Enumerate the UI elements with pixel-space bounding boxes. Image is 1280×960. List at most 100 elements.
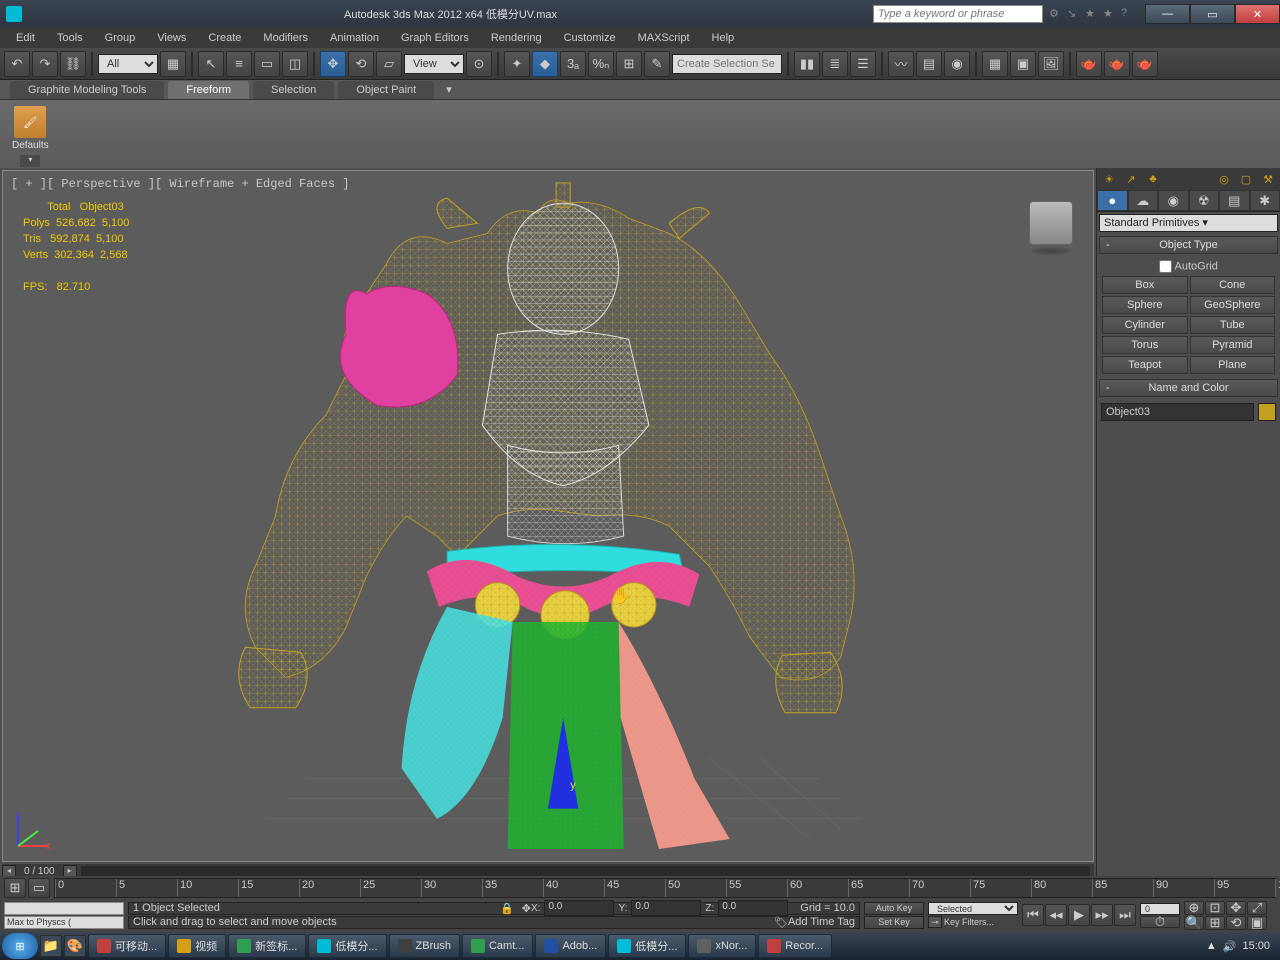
qa-icon[interactable]: ↘ (1067, 7, 1081, 21)
menu-modifiers[interactable]: Modifiers (253, 30, 318, 46)
primitive-torus[interactable]: Torus (1102, 336, 1188, 354)
key-filters-button[interactable]: Key Filters... (944, 917, 994, 927)
redo-button[interactable]: ↷ (32, 51, 58, 77)
system-tray[interactable]: ▲ 🔊 15:00 (1198, 940, 1278, 953)
material-editor-button[interactable]: ◉ (944, 51, 970, 77)
gear-icon[interactable]: ◎ (1216, 171, 1232, 187)
clock[interactable]: 15:00 (1242, 940, 1270, 952)
ribbon-tab-objectpaint[interactable]: Object Paint (338, 81, 434, 99)
spinner-snap-button[interactable]: ⊞ (616, 51, 642, 77)
menu-rendering[interactable]: Rendering (481, 30, 552, 46)
script-input[interactable]: Max to Physcs ( (4, 916, 124, 929)
primitive-sphere[interactable]: Sphere (1102, 296, 1188, 314)
primitive-tube[interactable]: Tube (1190, 316, 1276, 334)
taskbar-item[interactable]: Adob... (535, 934, 606, 958)
taskbar-item[interactable]: 可移动... (88, 934, 166, 958)
teapot2-icon[interactable]: 🫖 (1104, 51, 1130, 77)
menu-animation[interactable]: Animation (320, 30, 389, 46)
render-button[interactable]: 🖼 (1038, 51, 1064, 77)
nav-icon[interactable]: ✥ (1226, 901, 1246, 915)
percent-snap-button[interactable]: %ₙ (588, 51, 614, 77)
menu-create[interactable]: Create (198, 30, 251, 46)
taskbar-item[interactable]: Camt... (462, 934, 533, 958)
teapot1-icon[interactable]: 🫖 (1076, 51, 1102, 77)
layers-button[interactable]: ☰ (850, 51, 876, 77)
monitor-icon[interactable]: ▢ (1238, 171, 1254, 187)
tree-icon[interactable]: ♣ (1145, 171, 1161, 187)
nav-icon[interactable]: ▣ (1247, 916, 1267, 930)
pinned-icon[interactable]: 🎨 (64, 935, 86, 957)
timeline-ruler[interactable]: 0510152025303540455055606570758085909510… (54, 878, 1276, 898)
time-config-button[interactable]: ⏱ (1140, 916, 1180, 928)
primitive-box[interactable]: Box (1102, 276, 1188, 294)
nav-icon[interactable]: ⊕ (1184, 901, 1204, 915)
nav-icon[interactable]: ⊡ (1205, 901, 1225, 915)
taskbar-item[interactable]: 低模分... (308, 934, 386, 958)
curve-editor-button[interactable]: 〰 (888, 51, 914, 77)
taskbar-item[interactable]: Recor... (758, 934, 832, 958)
qa-icon[interactable]: ? (1121, 7, 1135, 21)
rollout-name-color[interactable]: -Name and Color (1099, 379, 1278, 397)
menu-group[interactable]: Group (95, 30, 146, 46)
goto-end-button[interactable]: ⏭ (1114, 904, 1136, 926)
angle-snap-button[interactable]: 3ₐ (560, 51, 586, 77)
primitive-plane[interactable]: Plane (1190, 356, 1276, 374)
viewport-perspective[interactable]: [ + ][ Perspective ][ Wireframe + Edged … (2, 170, 1094, 862)
move-button[interactable]: ✥ (320, 51, 346, 77)
next-frame-button[interactable]: ▸▸ (1091, 904, 1113, 926)
autokey-button[interactable]: Auto Key (864, 902, 924, 915)
help-search-input[interactable] (873, 5, 1043, 23)
primitive-cylinder[interactable]: Cylinder (1102, 316, 1188, 334)
ribbon-panel-defaults[interactable]: 🖌 Defaults ▾ (4, 104, 57, 169)
ribbon-expand-icon[interactable]: ▾ (438, 83, 460, 96)
y-coord[interactable]: 0.0 (631, 900, 701, 916)
crossing-icon[interactable]: ▦ (160, 51, 186, 77)
ribbon-tab-selection[interactable]: Selection (253, 81, 334, 99)
utilities-tab[interactable]: ✱ (1250, 190, 1280, 211)
tray-icon[interactable]: 🔊 (1223, 940, 1237, 953)
menu-maxscript[interactable]: MAXScript (628, 30, 700, 46)
maximize-button[interactable]: ▭ (1190, 4, 1235, 24)
taskbar-item[interactable]: 视频 (168, 934, 226, 958)
taskbar-item[interactable]: ZBrush (389, 934, 460, 958)
play-button[interactable]: ▶ (1068, 904, 1090, 926)
add-time-tag[interactable]: Add Time Tag (788, 916, 855, 928)
select-name-button[interactable]: ≡ (226, 51, 252, 77)
rect-select-button[interactable]: ▭ (254, 51, 280, 77)
ribbon-tab-graphite[interactable]: Graphite Modeling Tools (10, 81, 164, 99)
rendered-frame-button[interactable]: ▣ (1010, 51, 1036, 77)
window-crossing-button[interactable]: ◫ (282, 51, 308, 77)
modify-tab[interactable]: ☁ (1128, 190, 1159, 211)
mirror-button[interactable]: ▮▮ (794, 51, 820, 77)
menu-help[interactable]: Help (702, 30, 745, 46)
edit-named-sel-button[interactable]: ✎ (644, 51, 670, 77)
start-button[interactable]: ⊞ (2, 933, 38, 959)
autogrid-checkbox[interactable]: AutoGrid (1101, 258, 1276, 275)
color-swatch[interactable] (1258, 403, 1276, 421)
tag-icon[interactable]: 🏷 (774, 916, 788, 929)
scale-button[interactable]: ▱ (376, 51, 402, 77)
close-button[interactable]: ✕ (1235, 4, 1280, 24)
nav-icon[interactable]: 🔍 (1184, 916, 1204, 930)
select-button[interactable]: ↖ (198, 51, 224, 77)
menu-edit[interactable]: Edit (6, 30, 45, 46)
menu-tools[interactable]: Tools (47, 30, 93, 46)
setkey-button[interactable]: Set Key (864, 916, 924, 929)
taskbar-item[interactable]: 低模分... (608, 934, 686, 958)
pinned-icon[interactable]: 📁 (40, 935, 62, 957)
selection-filter[interactable]: All (98, 54, 158, 74)
menu-views[interactable]: Views (147, 30, 196, 46)
schematic-button[interactable]: ▤ (916, 51, 942, 77)
link-button[interactable]: ⛓ (60, 51, 86, 77)
timeline-mini-icon[interactable]: ▭ (28, 878, 50, 898)
taskbar-item[interactable]: 新签标... (228, 934, 306, 958)
timeline-config-icon[interactable]: ⊞ (4, 878, 26, 898)
primitive-cone[interactable]: Cone (1190, 276, 1276, 294)
key-mode-dropdown[interactable]: Selected (928, 902, 1018, 915)
snap-button[interactable]: ◆ (532, 51, 558, 77)
taskbar-item[interactable]: xNor... (688, 934, 756, 958)
pivot-button[interactable]: ⊙ (466, 51, 492, 77)
coord-mode-icon[interactable]: ✥ (522, 902, 531, 915)
align-button[interactable]: ≣ (822, 51, 848, 77)
x-coord[interactable]: 0.0 (544, 900, 614, 916)
